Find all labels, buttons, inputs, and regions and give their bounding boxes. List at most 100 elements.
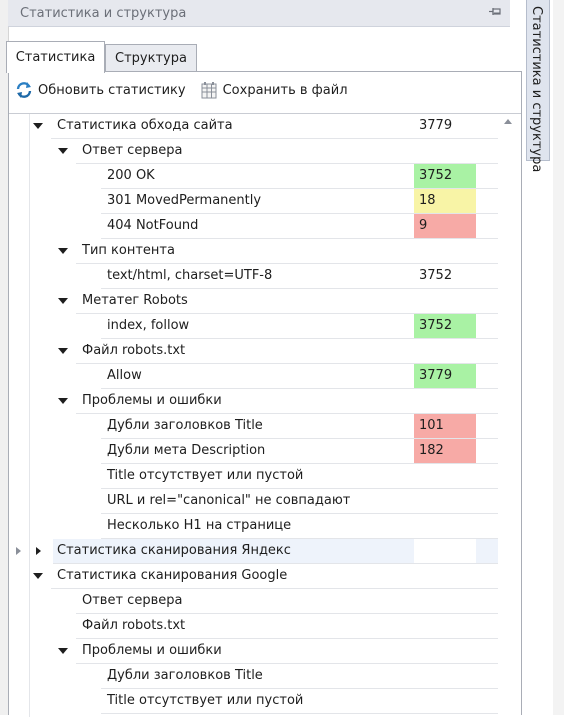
tree-row-label: Ответ сервера <box>82 143 183 158</box>
pin-icon[interactable] <box>488 5 502 19</box>
tree-row-label: Статистика сканирования Google <box>57 568 288 583</box>
tree-row-value <box>414 689 476 713</box>
tree-row-label: Ответ сервера <box>82 593 183 608</box>
tree-row[interactable]: Title отсутствует или пустой <box>9 464 498 489</box>
toolbar: Обновить статистику Сохранить в файл <box>9 72 521 108</box>
tree-row-value <box>414 539 476 563</box>
expanded-arrow-icon[interactable] <box>58 297 68 305</box>
tree-row-value <box>414 239 476 263</box>
tree-row-label: Файл robots.txt <box>82 618 186 633</box>
tree-row[interactable]: Метатег Robots <box>9 289 498 314</box>
tree-row[interactable]: Файл robots.txt <box>9 339 498 364</box>
tree-row-value <box>414 389 476 413</box>
tree-row-value: 9 <box>414 214 476 238</box>
tree-row-label: Статистика обхода сайта <box>57 118 233 133</box>
tab-structure[interactable]: Структура <box>105 44 197 72</box>
tree-row-label: text/html, charset=UTF-8 <box>107 268 273 283</box>
tab-structure-label: Структура <box>115 51 187 66</box>
vertical-scrollbar[interactable] <box>498 114 520 717</box>
tree-row[interactable]: Проблемы и ошибки <box>9 639 498 664</box>
panel-title: Статистика и структура <box>20 6 187 21</box>
tree-row[interactable]: Дубли заголовков Title 101 <box>9 414 498 439</box>
expanded-arrow-icon[interactable] <box>58 347 68 355</box>
tree-row[interactable]: Дубли заголовков Title <box>9 664 498 689</box>
tree-row-value: 101 <box>414 414 476 438</box>
tree-row-value <box>414 614 476 638</box>
tree-row-label: 301 MovedPermanently <box>107 193 262 208</box>
tree-row[interactable]: Дубли мета Description 182 <box>9 439 498 464</box>
tree-row[interactable]: Статистика сканирования Яндекс <box>36 539 498 564</box>
tree-row-label: Дубли заголовков Title <box>107 668 263 683</box>
tree-row-label: Файл robots.txt <box>82 343 186 358</box>
tree-row-label: Дубли заголовков Title <box>107 418 263 433</box>
tree-row-value <box>414 564 476 588</box>
tree-row-value: 3779 <box>414 364 476 388</box>
expanded-arrow-icon[interactable] <box>58 247 68 255</box>
tree-row-value <box>414 464 476 488</box>
tree-row-value: 18 <box>414 189 476 213</box>
tree-row-value <box>414 289 476 313</box>
tree-row-value <box>414 139 476 163</box>
spreadsheet-icon <box>201 82 217 99</box>
tree-row[interactable]: Статистика сканирования Google <box>9 564 498 589</box>
tree-row-value <box>414 489 476 513</box>
tab-statistics-label: Статистика <box>15 50 96 65</box>
collapsed-arrow-icon[interactable] <box>33 547 43 555</box>
tree-row[interactable]: Несколько H1 на странице <box>9 514 498 539</box>
expanded-arrow-icon[interactable] <box>33 572 43 580</box>
tree-row-label: Allow <box>107 368 142 383</box>
tree-row-label: Проблемы и ошибки <box>82 393 222 408</box>
side-tab-statistics-structure[interactable]: Статистика и структура <box>526 0 550 172</box>
save-to-file-label: Сохранить в файл <box>222 82 348 98</box>
tree-row-value <box>414 514 476 538</box>
statistics-tree[interactable]: Статистика обхода сайта 3779 Ответ сервера… <box>9 113 521 717</box>
scroll-up-arrow-icon[interactable] <box>504 119 512 124</box>
tree-row[interactable]: text/html, charset=UTF-8 3752 <box>9 264 498 289</box>
tree-row-label: URL и rel="canonical" не совпадают <box>107 493 351 508</box>
tree-row[interactable]: Allow 3779 <box>9 364 498 389</box>
tree-row[interactable]: Ответ сервера <box>9 589 498 614</box>
tree-row[interactable]: Проблемы и ошибки <box>9 389 498 414</box>
tree-row-value: 182 <box>414 439 476 463</box>
tree-row-label: Title отсутствует или пустой <box>107 693 304 708</box>
tree-row-label: Несколько H1 на странице <box>107 518 292 533</box>
row-separator <box>101 713 498 714</box>
tree-row[interactable]: Title отсутствует или пустой <box>9 689 498 714</box>
tree-row-label: index, follow <box>107 318 190 333</box>
tree-row[interactable]: 200 OK 3752 <box>9 164 498 189</box>
tree-row[interactable]: 404 NotFound 9 <box>9 214 498 239</box>
tree-row-value: 3779 <box>419 118 453 133</box>
tree-row[interactable]: Тип контента <box>9 239 498 264</box>
tree-row-value <box>414 339 476 363</box>
tree-row-label: Дубли мета Description <box>107 443 266 458</box>
side-tab-label: Статистика и структура <box>529 6 544 173</box>
expanded-arrow-icon[interactable] <box>58 397 68 405</box>
tree-row[interactable]: URL и rel="canonical" не совпадают <box>9 489 498 514</box>
tree-row-label: 200 OK <box>107 168 155 183</box>
tree-row-label: Тип контента <box>82 243 175 258</box>
tree-row-value: 3752 <box>414 164 476 188</box>
tree-row[interactable]: 301 MovedPermanently 18 <box>9 189 498 214</box>
tree-row-value <box>414 664 476 688</box>
tree-row[interactable]: Статистика обхода сайта 3779 <box>9 114 498 139</box>
tree-row-value: 3752 <box>419 268 453 283</box>
save-to-file-button[interactable]: Сохранить в файл <box>200 76 348 104</box>
expanded-arrow-icon[interactable] <box>58 647 68 655</box>
statistics-panel: Обновить статистику Сохранить в файл Ста… <box>8 71 522 717</box>
tree-row[interactable]: Файл robots.txt <box>9 614 498 639</box>
tree-row-label: Проблемы и ошибки <box>82 643 222 658</box>
tree-row-label: 404 NotFound <box>107 218 199 233</box>
gutter-collapsed-arrow-icon[interactable] <box>16 547 21 555</box>
tree-row[interactable]: index, follow 3752 <box>9 314 498 339</box>
tree-row-label: Метатег Robots <box>82 293 188 308</box>
tree-row-value <box>414 639 476 663</box>
refresh-icon <box>16 82 32 98</box>
tab-statistics[interactable]: Статистика <box>6 41 105 73</box>
expanded-arrow-icon[interactable] <box>58 147 68 155</box>
tab-strip: Статистика Структура <box>6 40 522 73</box>
tree-row[interactable]: Ответ сервера <box>9 139 498 164</box>
tree-row-value <box>414 589 476 613</box>
expanded-arrow-icon[interactable] <box>33 122 43 130</box>
refresh-statistics-button[interactable]: Обновить статистику <box>15 76 186 104</box>
tree-row-label: Title отсутствует или пустой <box>107 468 304 483</box>
